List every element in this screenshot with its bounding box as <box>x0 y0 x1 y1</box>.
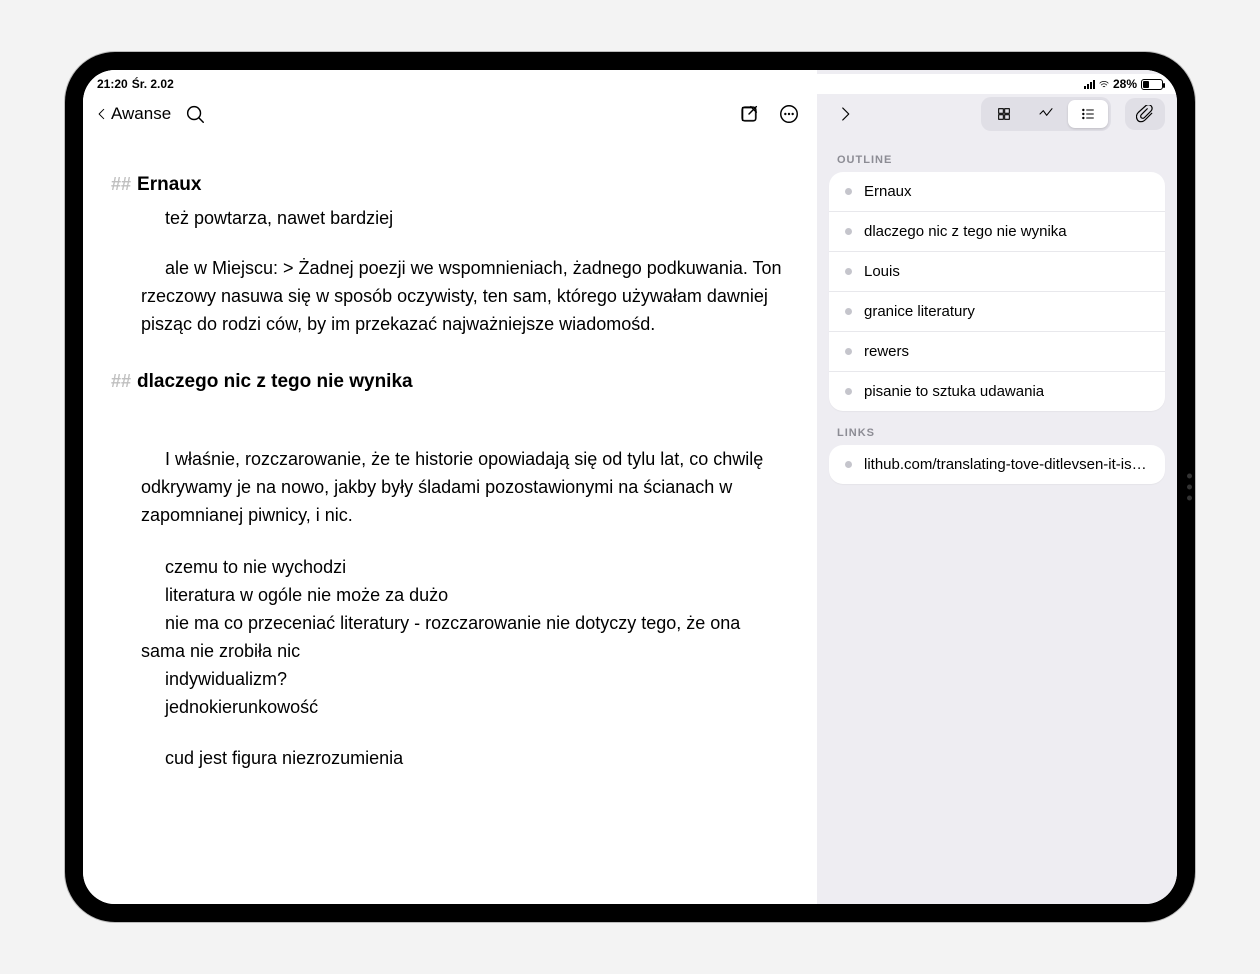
bullet-icon <box>845 228 852 235</box>
chevron-left-icon <box>95 104 109 124</box>
back-label: Awanse <box>111 104 171 124</box>
note-line: też powtarza, nawet bardziej <box>111 205 789 233</box>
camera-dots <box>1187 474 1192 501</box>
search-icon <box>184 103 206 125</box>
grid-icon <box>996 106 1012 122</box>
note-line: czemu to nie wychodzi <box>111 554 789 582</box>
note-content[interactable]: ## Ernaux też powtarza, nawet bardziej a… <box>83 138 817 773</box>
outline-item[interactable]: pisanie to sztuka udawania <box>829 371 1165 411</box>
editor-pane: Awanse ## Ernaux <box>83 70 817 904</box>
outline-item-label: dlaczego nic z tego nie wynika <box>864 223 1067 240</box>
outline-item[interactable]: Ernaux <box>829 172 1165 211</box>
attachments-button[interactable] <box>1125 98 1165 130</box>
info-sidebar: OUTLINE Ernaux dlaczego nic z tego nie w… <box>817 70 1177 904</box>
search-button[interactable] <box>179 98 211 130</box>
outline-view-tab[interactable] <box>1068 100 1108 128</box>
link-item-label: lithub.com/translating-tove-ditlevsen-it… <box>864 456 1147 473</box>
outline-item-label: Louis <box>864 263 900 280</box>
back-button[interactable]: Awanse <box>95 104 171 124</box>
note-paragraph: ale w Miejscu: > Żadnej poezji we wspomn… <box>111 255 789 339</box>
heading-1: Ernaux <box>137 170 201 199</box>
bullet-icon <box>845 188 852 195</box>
compose-button[interactable] <box>733 98 765 130</box>
note-line: jednokierunkowość <box>111 694 789 722</box>
outline-item[interactable]: dlaczego nic z tego nie wynika <box>829 211 1165 251</box>
heading-2: dlaczego nic z tego nie wynika <box>137 367 413 396</box>
editor-toolbar: Awanse <box>83 90 817 138</box>
graph-view-tab[interactable] <box>1026 100 1066 128</box>
collapse-sidebar-button[interactable] <box>829 98 861 130</box>
outline-item-label: rewers <box>864 343 909 360</box>
activity-icon <box>1038 106 1054 122</box>
chevron-right-icon <box>836 105 854 123</box>
view-segmented-control <box>981 97 1111 131</box>
heading-marker: ## <box>111 171 131 199</box>
sidebar-toolbar <box>817 90 1177 138</box>
bullet-icon <box>845 308 852 315</box>
outline-item-label: Ernaux <box>864 183 912 200</box>
outline-card: Ernaux dlaczego nic z tego nie wynika Lo… <box>829 172 1165 411</box>
links-section-label: LINKS <box>817 411 1177 445</box>
outline-item[interactable]: granice literatury <box>829 291 1165 331</box>
bullet-icon <box>845 348 852 355</box>
link-item[interactable]: lithub.com/translating-tove-ditlevsen-it… <box>829 445 1165 484</box>
grid-view-tab[interactable] <box>984 100 1024 128</box>
screen: 21:20 Śr. 2.02 28% Awanse <box>83 70 1177 904</box>
note-line: indywidualizm? <box>111 666 789 694</box>
outline-item-label: pisanie to sztuka udawania <box>864 383 1044 400</box>
ellipsis-circle-icon <box>778 103 800 125</box>
bullet-icon <box>845 268 852 275</box>
tablet-frame: 21:20 Śr. 2.02 28% Awanse <box>65 52 1195 922</box>
outline-item[interactable]: rewers <box>829 331 1165 371</box>
outline-item-label: granice literatury <box>864 303 975 320</box>
heading-marker: ## <box>111 368 131 396</box>
bullet-icon <box>845 461 852 468</box>
links-card: lithub.com/translating-tove-ditlevsen-it… <box>829 445 1165 484</box>
note-paragraph: nie ma co przeceniać literatury - rozcza… <box>111 610 789 666</box>
note-paragraph: I właśnie, rozczarowanie, że te historie… <box>111 446 789 530</box>
paperclip-icon <box>1136 105 1154 123</box>
outline-section-label: OUTLINE <box>817 138 1177 172</box>
note-line: cud jest figura niezrozumienia <box>111 745 789 773</box>
drag-handle[interactable] <box>440 80 461 85</box>
note-line: literatura w ogóle nie może za dużo <box>111 582 789 610</box>
more-button[interactable] <box>773 98 805 130</box>
compose-icon <box>738 103 760 125</box>
outline-item[interactable]: Louis <box>829 251 1165 291</box>
bullet-icon <box>845 388 852 395</box>
list-icon <box>1080 106 1096 122</box>
